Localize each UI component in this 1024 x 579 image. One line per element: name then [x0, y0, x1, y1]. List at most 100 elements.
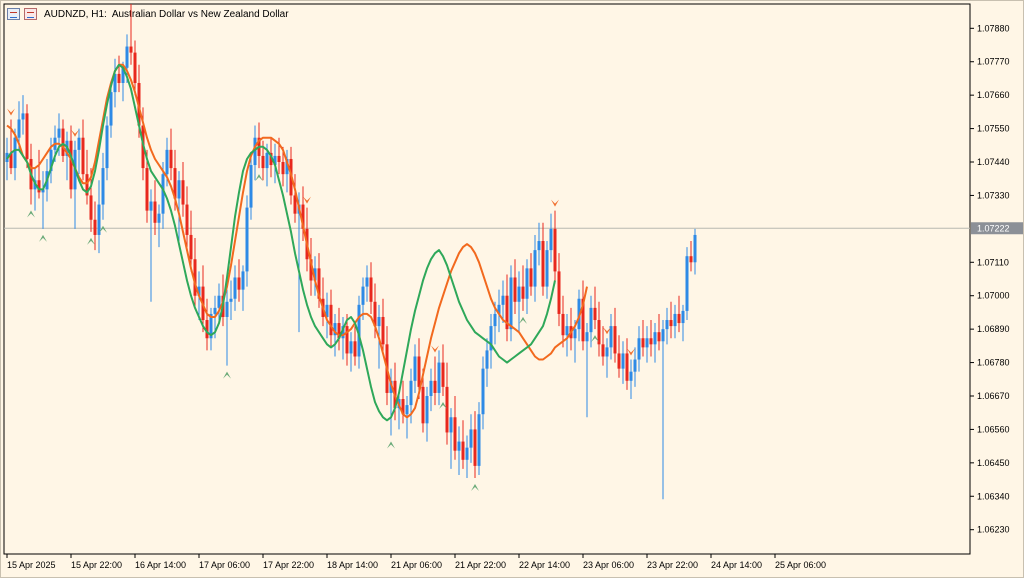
candle [641, 320, 645, 357]
candle-body [553, 228, 557, 272]
price-tick-label: 1.07330 [977, 190, 1010, 200]
candle [117, 55, 121, 93]
candle [465, 435, 469, 479]
candle-body [433, 380, 437, 393]
candle-body [245, 207, 249, 272]
candle-body [413, 356, 417, 381]
candle [401, 380, 405, 424]
price-tick-label: 1.06670 [977, 391, 1010, 401]
candle-body [557, 271, 561, 314]
candle-body [81, 137, 85, 175]
candle [73, 140, 77, 229]
candlestick-chart[interactable]: 1.07880 1.07770 1.07660 1.07550 1.07440 1.073… [1, 1, 1024, 579]
candle-body [621, 353, 625, 369]
candle [589, 295, 593, 348]
buy-arrow [519, 316, 527, 324]
candle-body [185, 204, 189, 235]
price-tick-label: 1.06450 [977, 458, 1010, 468]
candle [621, 341, 625, 384]
candle [677, 295, 681, 333]
candle-body [641, 338, 645, 348]
candle [49, 137, 53, 184]
candle-body [369, 277, 373, 302]
time-tick-label: 15 Apr 22:00 [71, 560, 122, 570]
candle-body [437, 362, 441, 393]
candle-body [441, 362, 445, 387]
candle-body [21, 113, 25, 120]
time-axis[interactable]: 15 Apr 2025 15 Apr 22:00 16 Apr 14:00 17 Ap… [6, 554, 826, 570]
candle [349, 332, 353, 372]
candle-body [105, 125, 109, 169]
buy-arrow [471, 484, 479, 492]
candle-body [481, 368, 485, 415]
buy-arrow [255, 174, 263, 182]
candle-body [89, 195, 93, 220]
candle-body [117, 73, 121, 84]
candle-body [277, 155, 281, 163]
candle-body [453, 417, 457, 451]
buy-arrow [87, 237, 95, 245]
candle [441, 344, 445, 396]
candle-body [673, 313, 677, 327]
candle-body [517, 286, 521, 302]
plot-frame [3, 3, 971, 555]
candle [673, 304, 677, 339]
time-tick-label: 24 Apr 14:00 [711, 560, 762, 570]
candle-body [241, 271, 245, 290]
candle-body [533, 250, 537, 287]
candle [625, 338, 629, 390]
candle [453, 395, 457, 460]
price-tick-label: 1.06780 [977, 358, 1010, 368]
candle-body [177, 180, 181, 199]
buy-arrow [39, 234, 47, 242]
price-tick-label: 1.06560 [977, 424, 1010, 434]
price-tick-label: 1.07110 [977, 257, 1009, 267]
price-tick-label: 1.07880 [977, 23, 1010, 33]
candle-body [145, 168, 149, 211]
candle-body [421, 386, 425, 424]
candle-body [61, 128, 65, 156]
candle-body [501, 295, 505, 305]
candle-body [229, 298, 233, 302]
candle-body [445, 386, 449, 433]
sell-arrow [551, 199, 559, 207]
candle-body [25, 113, 29, 159]
candle [665, 307, 669, 345]
candle-body [645, 338, 649, 348]
candle [557, 253, 561, 327]
candle [153, 180, 157, 235]
candle-body [625, 353, 629, 381]
candle [433, 356, 437, 406]
chart-window[interactable]: AUDNZD, H1: Australian Dollar vs New Zea… [0, 0, 1024, 578]
time-tick-label: 21 Apr 06:00 [391, 560, 442, 570]
candle-body [361, 286, 365, 305]
candle [637, 326, 641, 372]
candle [489, 313, 493, 369]
candle-body [593, 307, 597, 321]
candle [609, 313, 613, 360]
candle [205, 298, 209, 351]
candle-body [165, 149, 169, 175]
candle [229, 280, 233, 321]
candle-body [493, 313, 497, 327]
candle-body [545, 250, 549, 287]
candle [85, 149, 89, 205]
candle-body [265, 152, 269, 169]
time-tick-label: 23 Apr 22:00 [647, 560, 698, 570]
candle-body [653, 332, 657, 345]
candle-body [477, 414, 481, 466]
candle [517, 271, 521, 333]
candle-body [633, 359, 637, 372]
candle-body [157, 213, 161, 223]
candle [225, 289, 229, 366]
candle-body [637, 338, 641, 360]
candle-body [69, 140, 73, 190]
buy-arrow [27, 210, 35, 218]
candle [533, 234, 537, 302]
price-axis[interactable]: 1.07880 1.07770 1.07660 1.07550 1.07440 1.073… [970, 23, 1023, 535]
candle [545, 241, 549, 299]
candle [413, 344, 417, 393]
candle [365, 265, 369, 302]
candle [337, 307, 341, 351]
candle-body [169, 149, 173, 169]
